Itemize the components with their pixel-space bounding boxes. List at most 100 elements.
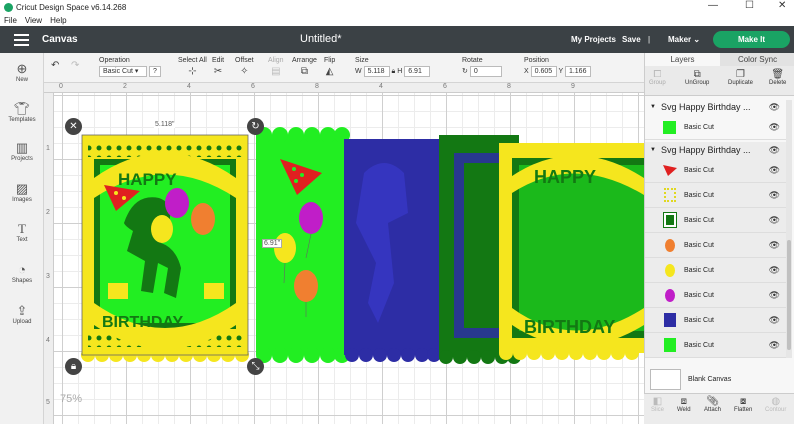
layer-row[interactable]: Basic Cut 👁︎ xyxy=(645,115,787,140)
lock-icon[interactable]: 🔒︎ xyxy=(392,68,396,75)
operation-select[interactable]: Basic Cut ▾ xyxy=(99,66,147,77)
make-it-button[interactable]: Make It xyxy=(713,31,790,48)
sidebar-item-images[interactable]: ▨ Images xyxy=(0,181,44,203)
collapse-triangle-icon[interactable]: ▼ xyxy=(650,147,656,153)
save-button[interactable]: Save xyxy=(622,35,641,44)
sidebar-item-upload[interactable]: ⇪ Upload xyxy=(0,303,44,325)
eye-icon[interactable]: 👁︎ xyxy=(769,190,780,201)
sidebar-item-projects[interactable]: ▥ Projects xyxy=(0,140,44,162)
sidebar-item-label: Shapes xyxy=(11,278,33,284)
x-input[interactable]: 0.605 xyxy=(530,66,557,77)
eye-icon[interactable]: 👁︎ xyxy=(769,215,780,226)
design-canvas[interactable]: 0 2 4 6 8 4 6 8 9 1 2 3 4 5 HAPPY BIRTHD… xyxy=(44,83,644,424)
layer-row[interactable]: Basic Cut 👁︎ xyxy=(645,283,787,308)
layer-row[interactable]: Basic Cut 👁︎ xyxy=(645,208,787,233)
layer-group[interactable]: ▼ Svg Happy Birthday ... 👁︎ xyxy=(645,142,787,158)
edit-group: Edit ✂ xyxy=(212,57,224,77)
close-window-icon[interactable]: ✕ xyxy=(778,0,786,11)
slice-button[interactable]: ◧ Slice xyxy=(651,396,664,413)
eye-icon[interactable]: 👁︎ xyxy=(769,290,780,301)
menu-file[interactable]: File xyxy=(4,16,17,25)
group-button[interactable]: ⧠ Group xyxy=(649,69,666,86)
layer-row[interactable]: Basic Cut 👁︎ xyxy=(645,158,787,183)
document-title[interactable]: Untitled* xyxy=(300,33,342,45)
menu-view[interactable]: View xyxy=(25,16,42,25)
eye-icon[interactable]: 👁︎ xyxy=(769,145,780,156)
rotate-handle-icon[interactable]: ↻ xyxy=(247,118,264,135)
banner-artwork: HAPPY BIRTHDAY HAPPY BIRTHDAY xyxy=(81,127,644,364)
rotate-label: Rotate xyxy=(462,57,483,64)
banner-happy-text: HAPPY xyxy=(534,167,596,187)
blank-canvas-swatch[interactable] xyxy=(650,369,681,390)
y-input[interactable]: 1.166 xyxy=(564,66,591,77)
layer-row[interactable]: Basic Cut 👁︎ xyxy=(645,333,787,358)
chevron-down-icon: ⌄ xyxy=(693,35,701,44)
maximize-icon[interactable]: ☐ xyxy=(745,0,754,11)
delete-button[interactable]: 🗑︎ Delete xyxy=(769,69,786,86)
eye-icon[interactable]: 👁︎ xyxy=(769,340,780,351)
layer-row[interactable]: Basic Cut 👁︎ xyxy=(645,258,787,283)
eye-icon[interactable]: 👁︎ xyxy=(769,122,780,133)
menu-help[interactable]: Help xyxy=(50,16,66,25)
select-all-icon[interactable]: ⊹ xyxy=(188,66,196,77)
layer-row[interactable]: Basic Cut 👁︎ xyxy=(645,233,787,258)
layer-thumbnail xyxy=(662,313,677,328)
tab-layers[interactable]: Layers xyxy=(645,53,720,66)
delete-selection-icon[interactable]: ✕ xyxy=(65,118,82,135)
scissors-icon[interactable]: ✂ xyxy=(214,66,222,77)
collapse-triangle-icon[interactable]: ▼ xyxy=(650,104,656,110)
layer-name: Basic Cut xyxy=(684,241,714,249)
operation-help-button[interactable]: ? xyxy=(148,66,161,77)
menu-bar: File View Help xyxy=(0,14,794,26)
layer-group[interactable]: ▼ Svg Happy Birthday ... 👁︎ xyxy=(645,99,787,115)
eye-icon[interactable]: 👁︎ xyxy=(769,315,780,326)
sidebar-item-label: New xyxy=(15,77,28,83)
lock-proportions-icon[interactable]: 🔒︎ xyxy=(65,358,82,375)
resize-handle-icon[interactable]: ⤡ xyxy=(247,358,264,375)
hamburger-menu-icon[interactable] xyxy=(14,34,29,49)
machine-select[interactable]: Maker ⌄ xyxy=(668,35,700,44)
layers-scrollbar[interactable] xyxy=(786,100,792,358)
layers-list: ▼ Svg Happy Birthday ... 👁︎ Basic Cut 👁︎ ▼ S… xyxy=(645,99,787,358)
minimize-icon[interactable]: — xyxy=(708,0,718,11)
sidebar-item-text[interactable]: T Text xyxy=(0,221,44,243)
undo-icon[interactable]: ↶ xyxy=(51,60,59,71)
sidebar-item-shapes[interactable]: ◔ Shapes xyxy=(0,262,44,284)
eye-icon[interactable]: 👁︎ xyxy=(769,102,780,113)
arrange-icon[interactable]: ⧉ xyxy=(301,66,308,77)
height-input[interactable]: 6.91 xyxy=(404,66,431,77)
attach-label: Attach xyxy=(704,407,722,413)
eye-icon[interactable]: 👁︎ xyxy=(769,165,780,176)
my-projects-button[interactable]: My Projects xyxy=(571,35,616,44)
scrollbar-thumb[interactable] xyxy=(787,240,791,350)
sidebar-item-templates[interactable]: 👕︎ Templates xyxy=(0,101,44,123)
ungroup-button[interactable]: ⧉ UnGroup xyxy=(685,69,709,86)
sidebar-item-new[interactable]: ⊕ New xyxy=(0,61,44,83)
selected-pennant[interactable]: HAPPY BIRTHDAY xyxy=(81,135,249,362)
weld-button[interactable]: ⧈ Weld xyxy=(677,396,691,413)
offset-icon[interactable]: ✧ xyxy=(240,66,248,77)
layer-actions: ⧠ Group ⧉ UnGroup ❐ Duplicate 🗑︎ Delete xyxy=(645,66,794,96)
align-icon[interactable]: ▤ xyxy=(271,66,280,77)
tab-color-sync[interactable]: Color Sync xyxy=(720,53,794,66)
redo-icon[interactable]: ↷ xyxy=(71,60,79,71)
flatten-button[interactable]: ⧇ Flatten xyxy=(734,396,752,413)
yellow-pennant-piece[interactable]: HAPPY BIRTHDAY xyxy=(499,143,644,360)
layer-row[interactable]: Basic Cut 👁︎ xyxy=(645,183,787,208)
contour-button[interactable]: ◍ Contour xyxy=(765,396,786,413)
flip-icon[interactable]: ◭ xyxy=(326,66,334,77)
eye-icon[interactable]: 👁︎ xyxy=(769,240,780,251)
zoom-level[interactable]: 75% xyxy=(60,393,82,405)
delete-label: Delete xyxy=(769,80,787,86)
blue-pennant-piece[interactable] xyxy=(344,139,441,362)
arrange-label: Arrange xyxy=(292,57,317,64)
rotate-icon: ↻ xyxy=(462,68,468,75)
blank-canvas-row[interactable]: Blank Canvas xyxy=(650,369,786,390)
rotate-input[interactable]: 0 xyxy=(469,66,502,77)
duplicate-button[interactable]: ❐ Duplicate xyxy=(728,69,753,86)
attach-button[interactable]: 📎︎ Attach xyxy=(704,396,721,413)
width-input[interactable]: 5.118 xyxy=(363,66,390,77)
ungroup-label: UnGroup xyxy=(685,80,710,86)
eye-icon[interactable]: 👁︎ xyxy=(769,265,780,276)
layer-row[interactable]: Basic Cut 👁︎ xyxy=(645,308,787,333)
